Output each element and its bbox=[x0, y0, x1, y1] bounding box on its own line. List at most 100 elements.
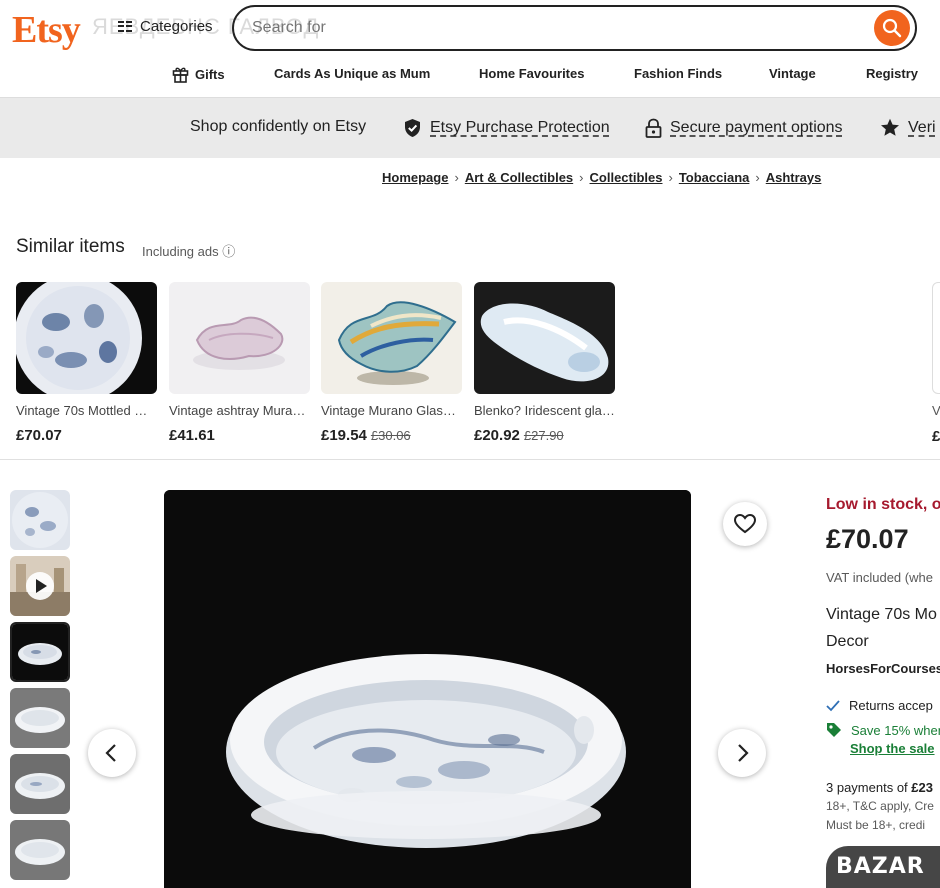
lock-icon bbox=[645, 118, 662, 138]
original-price: £30.06 bbox=[370, 428, 411, 443]
returns-info: Returns accep bbox=[826, 698, 933, 713]
price-value: £41.61 bbox=[169, 427, 215, 444]
chevron-right-icon: › bbox=[668, 170, 673, 185]
similar-item-title: Vintage 70s Mottled White and Blue Glass… bbox=[16, 403, 157, 418]
purchase-protection-link[interactable]: Etsy Purchase Protection bbox=[403, 118, 610, 138]
search-button[interactable] bbox=[874, 10, 910, 46]
trust-intro: Shop confidently on Etsy bbox=[190, 118, 367, 135]
divider bbox=[0, 459, 940, 460]
product-price: £70.07 bbox=[826, 524, 909, 554]
similar-item-price: £70.07 bbox=[16, 427, 157, 444]
categories-label: Categories bbox=[140, 18, 213, 35]
breadcrumb: Homepage › Art & Collectibles › Collecti… bbox=[382, 170, 821, 185]
similar-item-price: £41.61 bbox=[169, 427, 310, 444]
nav-item-fashion-finds[interactable]: Fashion Finds bbox=[634, 66, 722, 81]
categories-button[interactable]: Categories bbox=[118, 18, 213, 35]
favourite-button[interactable] bbox=[723, 502, 767, 546]
nav-item-vintage[interactable]: Vintage bbox=[769, 66, 816, 81]
purchase-protection-label: Etsy Purchase Protection bbox=[430, 119, 610, 136]
chevron-right-icon: › bbox=[755, 170, 760, 185]
breadcrumb-art-collectibles[interactable]: Art & Collectibles bbox=[465, 170, 573, 185]
sale-promo: Save 15% when bbox=[826, 722, 940, 738]
search-input[interactable] bbox=[252, 17, 852, 39]
bazar-watermark-badge: BAZAR bbox=[826, 846, 940, 888]
similar-item-card[interactable]: Vintage 70s Mottled White and Blue Glass… bbox=[16, 282, 157, 444]
similar-item-price: £20.92 £27.90 bbox=[474, 427, 615, 444]
similar-items-subtitle[interactable]: Including ads ⓘ bbox=[142, 241, 235, 260]
grid-icon bbox=[118, 20, 132, 33]
similar-item-price: £ bbox=[932, 428, 940, 445]
installments-terms: 18+, T&C apply, Cre bbox=[826, 799, 934, 813]
star-icon bbox=[881, 118, 899, 136]
similar-item-card[interactable]: Vintage Murano Glass Ashtray £19.54£30.0… bbox=[321, 282, 462, 444]
verified-label: Veri bbox=[908, 118, 936, 136]
breadcrumb-collectibles[interactable]: Collectibles bbox=[590, 170, 663, 185]
returns-label: Returns accep bbox=[849, 698, 933, 713]
gallery-thumbnail[interactable] bbox=[10, 754, 70, 814]
similar-item-image bbox=[321, 282, 462, 394]
nav-item-gifts[interactable]: Gifts bbox=[172, 66, 225, 83]
chevron-right-icon: › bbox=[454, 170, 459, 185]
main-product-image[interactable] bbox=[164, 490, 691, 888]
shield-check-icon bbox=[405, 119, 420, 137]
ads-label: Including ads bbox=[142, 244, 219, 259]
etsy-logo[interactable]: Etsy bbox=[12, 8, 81, 52]
verified-link[interactable]: Veri bbox=[880, 118, 936, 137]
check-icon bbox=[826, 699, 840, 711]
shop-the-sale-link[interactable]: Shop the sale bbox=[850, 741, 935, 756]
similar-item-image bbox=[169, 282, 310, 394]
installments-terms: Must be 18+, credi bbox=[826, 818, 926, 832]
similar-item-card[interactable]: Vintage ashtray Murano pink glass £41.61 bbox=[169, 282, 310, 444]
product-title-line: Vintage 70s Mo bbox=[826, 606, 937, 623]
heart-icon bbox=[734, 514, 756, 534]
search-bar bbox=[232, 5, 917, 51]
breadcrumb-tobacciana[interactable]: Tobacciana bbox=[679, 170, 750, 185]
gift-icon bbox=[172, 67, 189, 83]
similar-item-title: Vintage Murano Glass Ashtray bbox=[321, 403, 462, 418]
price-value: £20.92 bbox=[474, 427, 520, 444]
secure-payment-label: Secure payment options bbox=[670, 119, 843, 136]
price-value: £70.07 bbox=[16, 427, 62, 444]
breadcrumb-ashtrays[interactable]: Ashtrays bbox=[766, 170, 822, 185]
next-image-button[interactable] bbox=[718, 729, 766, 777]
installments-prefix: 3 payments of bbox=[826, 780, 912, 795]
nav-item-home-favourites[interactable]: Home Favourites bbox=[479, 66, 584, 81]
stock-status: Low in stock, o bbox=[826, 496, 940, 513]
gallery-thumbnail[interactable] bbox=[10, 688, 70, 748]
chevron-right-icon: › bbox=[579, 170, 584, 185]
nav-label: Gifts bbox=[195, 67, 225, 82]
similar-item-price: £19.54 £30.06 bbox=[321, 427, 462, 444]
original-price: £27.90 bbox=[523, 428, 564, 443]
sale-label: Save 15% when bbox=[851, 722, 940, 738]
gallery-thumbnail[interactable] bbox=[10, 490, 70, 550]
gallery-thumbnail-selected[interactable] bbox=[10, 622, 70, 682]
similar-item-image bbox=[474, 282, 615, 394]
chevron-right-icon bbox=[738, 744, 749, 762]
nav-item-registry[interactable]: Registry bbox=[866, 66, 918, 81]
installments-info: 3 payments of £23 bbox=[826, 780, 933, 795]
similar-item-card-partial[interactable] bbox=[932, 282, 940, 394]
search-icon bbox=[882, 18, 902, 38]
trust-banner: Shop confidently on Etsy Etsy Purchase P… bbox=[0, 98, 940, 158]
similar-item-title: Blenko? Iridescent glass dish bbox=[474, 403, 615, 418]
category-nav: Gifts Cards As Unique as Mum Home Favour… bbox=[0, 62, 940, 86]
similar-item-title: Vintage ashtray Murano pink glass bbox=[169, 403, 310, 418]
secure-payment-link[interactable]: Secure payment options bbox=[645, 118, 843, 138]
vat-note: VAT included (whe bbox=[826, 570, 933, 585]
product-title-line: Decor bbox=[826, 633, 869, 650]
product-title: Vintage 70s Mo Decor bbox=[826, 601, 940, 655]
similar-items-title: Similar items bbox=[16, 236, 125, 257]
shop-name-link[interactable]: HorsesForCourses bbox=[826, 661, 940, 676]
breadcrumb-homepage[interactable]: Homepage bbox=[382, 170, 448, 185]
price-value: £19.54 bbox=[321, 427, 367, 444]
similar-item-image bbox=[16, 282, 157, 394]
similar-item-title: V bbox=[932, 403, 940, 418]
nav-item-cards[interactable]: Cards As Unique as Mum bbox=[274, 66, 430, 81]
installments-amount: £23 bbox=[911, 780, 933, 795]
gallery-video-thumbnail[interactable] bbox=[10, 556, 70, 616]
similar-item-card[interactable]: Blenko? Iridescent glass dish £20.92£27.… bbox=[474, 282, 615, 444]
help-icon: ⓘ bbox=[222, 244, 236, 259]
previous-image-button[interactable] bbox=[88, 729, 136, 777]
gallery-thumbnail[interactable] bbox=[10, 820, 70, 880]
chevron-left-icon bbox=[105, 744, 116, 762]
